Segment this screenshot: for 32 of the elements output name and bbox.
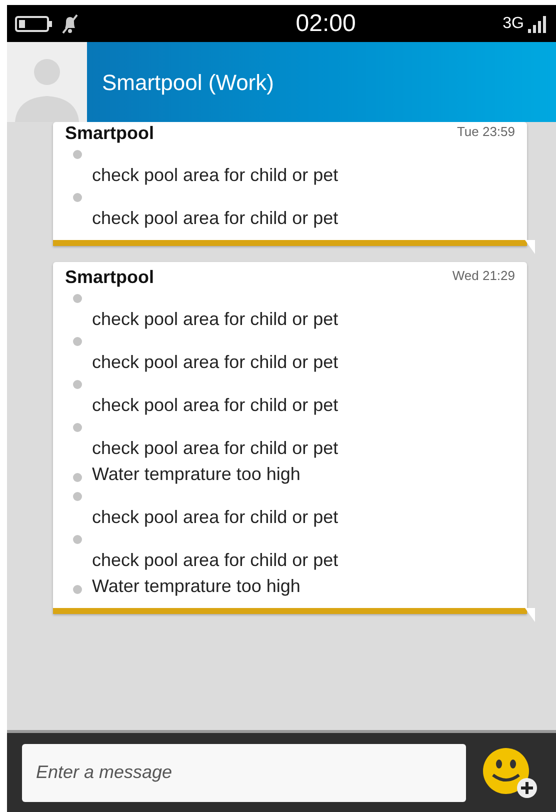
bullet-icon [73,535,82,544]
bullet-icon [73,492,82,501]
message-time: Wed 21:29 [452,267,515,285]
bullet-icon [73,584,82,594]
battery-icon [15,14,53,32]
message-time: Tue 23:59 [456,123,515,141]
message-text: check pool area for child or pet [92,308,340,331]
sender-name: Smartpool [65,122,154,144]
message-text: check pool area for child or pet [92,394,340,417]
message-text: Water temprature too high [92,463,300,486]
bullet-icon [73,150,82,159]
sender-name: Smartpool [65,266,154,288]
message-text: check pool area for child or pet [92,207,340,230]
message-input[interactable]: Enter a message [22,744,466,802]
bullet-icon [73,193,82,202]
message-text: check pool area for child or pet [92,437,340,460]
emoji-add-icon[interactable] [482,746,538,798]
bullet-icon [73,472,82,482]
bullet-icon [73,337,82,346]
signal-icon [528,14,548,32]
message-text: Water temprature too high [92,575,300,598]
bullet-icon [73,294,82,303]
network-type: 3G [502,14,524,34]
message-text: check pool area for child or pet [92,506,340,529]
bullet-icon [73,380,82,389]
message-text: check pool area for child or pet [92,351,340,374]
chat-title: Smartpool (Work) [102,68,274,97]
muted-bell-icon [61,14,79,34]
clock-time: 02:00 [296,8,356,38]
bullet-icon [73,423,82,432]
message-text: check pool area for child or pet [92,164,340,187]
message-text: check pool area for child or pet [92,549,340,572]
